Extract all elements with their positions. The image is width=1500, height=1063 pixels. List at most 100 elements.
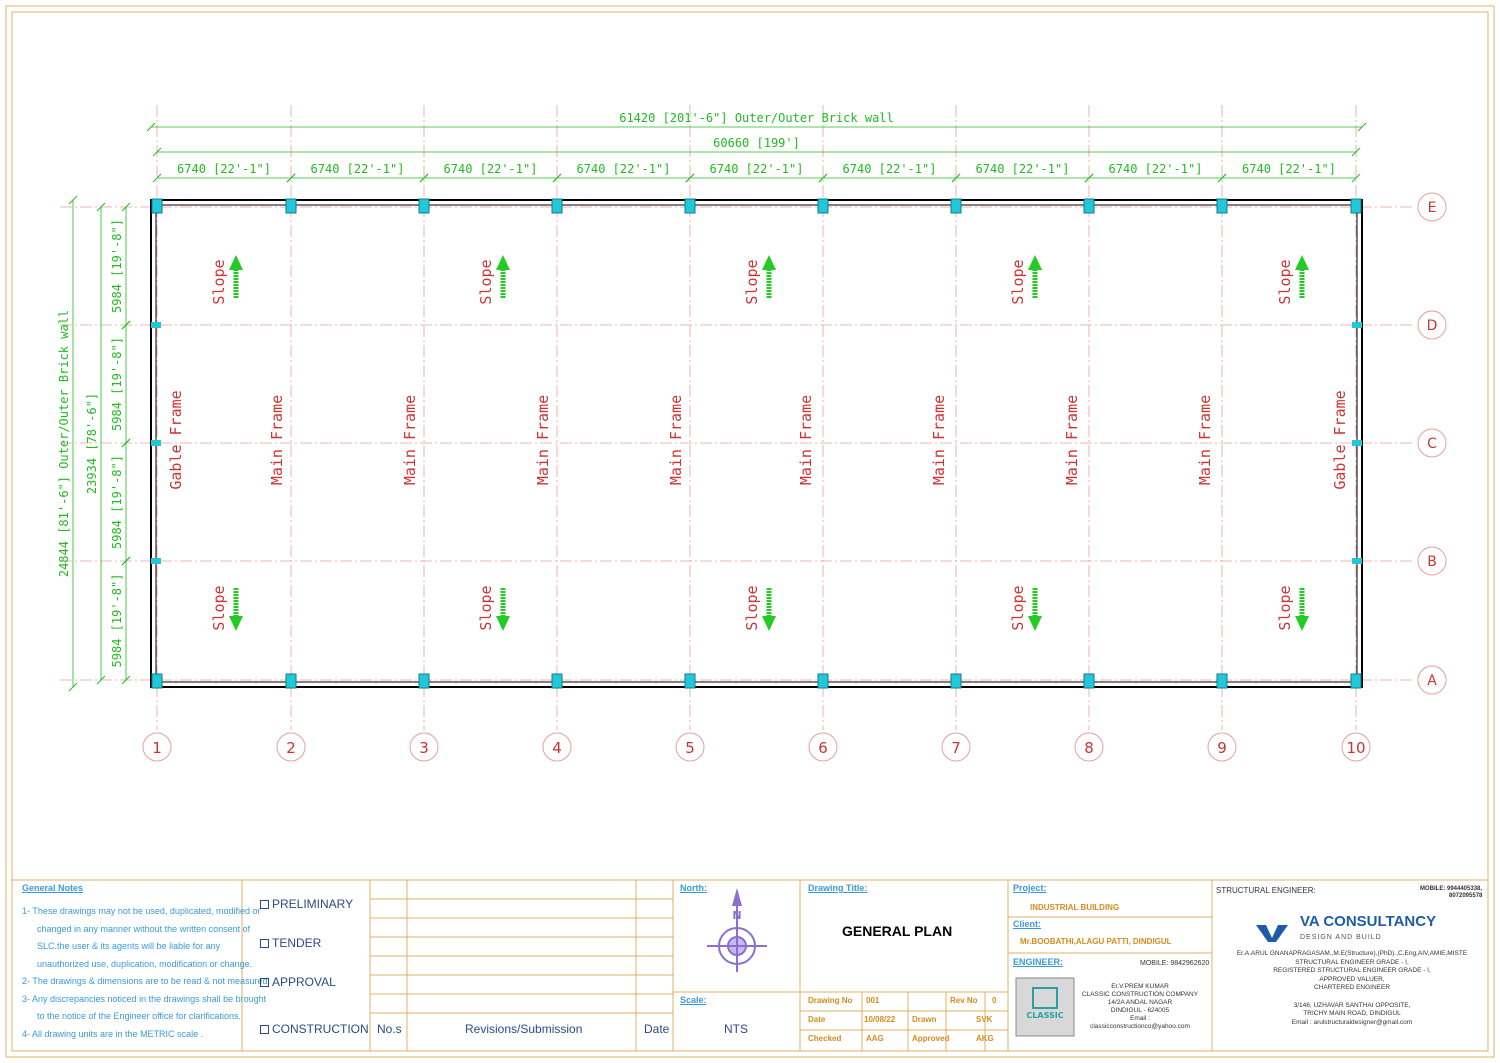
steel-column <box>551 198 563 214</box>
slope-label: Slope <box>743 585 761 630</box>
steel-column <box>1216 198 1228 214</box>
grid-bubble-label: B <box>1427 554 1437 570</box>
steel-column <box>950 198 962 214</box>
general-note-line: 2- The drawings & dimensions are to be r… <box>22 976 270 986</box>
bay-dimension-label: 6740 [22'-1"] <box>577 162 671 176</box>
stage-construction[interactable]: CONSTRUCTION <box>260 1022 369 1036</box>
drawing-sheet: N CLASSIC 61420 [201'-6"] Outer/Outer Bric… <box>0 0 1500 1063</box>
checked-label: Checked <box>808 1034 842 1043</box>
revision-date-header: Date <box>644 1022 670 1036</box>
bay-dimension-label: 6740 [22'-1"] <box>843 162 937 176</box>
grid-bubble-label: C <box>1427 436 1437 452</box>
gable-frame-label: Gable Frame <box>167 390 185 489</box>
slope-label: Slope <box>477 585 495 630</box>
bay-dimension-label: 6740 [22'-1"] <box>976 162 1070 176</box>
bay-dimension-label: 6740 [22'-1"] <box>1242 162 1336 176</box>
row-dimension-label: 5984 [19'-8"] <box>110 455 124 549</box>
gable-column <box>1352 322 1362 328</box>
structural-engineer-detail-line: Email : arulstructuraldesigner@gmail.com <box>1291 1018 1413 1026</box>
consultancy-tagline: DESIGN AND BUILD <box>1300 934 1382 941</box>
checkbox-icon[interactable] <box>260 1025 269 1035</box>
steel-column <box>1350 198 1362 214</box>
main-frame-label: Main Frame <box>268 395 286 485</box>
grid-bubble-label: 6 <box>818 739 828 757</box>
grid-bubble-label: E <box>1428 200 1437 216</box>
grid-bubble-label: 2 <box>286 739 296 757</box>
slope-label: Slope <box>477 259 495 304</box>
engineer-detail-line: Er.V.PREM KUMAR <box>1111 983 1169 990</box>
stage-preliminary[interactable]: PRELIMINARY <box>260 897 353 911</box>
slope-label: Slope <box>210 259 228 304</box>
engineer-detail-line: CLASSIC CONSTRUCTION COMPANY <box>1081 991 1199 998</box>
steel-column <box>151 198 163 214</box>
structural-engineer-detail-line: REGISTERED STRUCTURAL ENGINEER GRADE - I… <box>1273 967 1431 975</box>
bay-dimension-label: 6740 [22'-1"] <box>311 162 405 176</box>
rev-no-value: 0 <box>992 996 997 1005</box>
engineer-mobile: MOBILE: 9842962620 <box>1140 960 1210 967</box>
client-label: Client: <box>1013 919 1041 929</box>
steel-column <box>151 673 163 689</box>
bay-dimension-label: 6740 [22'-1"] <box>177 162 271 176</box>
general-note-line: 3- Any discrepancies noticed in the draw… <box>22 993 267 1004</box>
revision-title-header: Revisions/Submission <box>465 1022 583 1036</box>
steel-column <box>1216 673 1228 689</box>
steel-column <box>950 673 962 689</box>
grid-bubble-label: 5 <box>685 739 695 757</box>
drawn-value: SVK <box>976 1015 993 1024</box>
approved-label: Approved <box>912 1034 950 1043</box>
slope-arrowhead-down <box>1028 616 1042 631</box>
scale-value: NTS <box>724 1022 748 1036</box>
main-frame-label: Main Frame <box>1063 395 1081 485</box>
rev-no-label: Rev No <box>950 996 978 1005</box>
slope-label: Slope <box>1009 259 1027 304</box>
main-frame-label: Main Frame <box>930 395 948 485</box>
steel-column <box>1350 673 1362 689</box>
grid-bubble-label: 9 <box>1217 739 1227 757</box>
compass-north-letter: N <box>732 909 741 922</box>
stage-approval[interactable]: APPROVAL <box>260 975 336 989</box>
main-frame-label: Main Frame <box>534 395 552 485</box>
classic-logo-text: CLASSIC <box>1026 1011 1063 1020</box>
gable-column <box>151 558 161 564</box>
checkbox-icon[interactable] <box>260 978 269 988</box>
consultancy-name: VA CONSULTANCY <box>1300 913 1437 930</box>
main-frame-label: Main Frame <box>401 395 419 485</box>
drawing-title: GENERAL PLAN <box>842 923 953 939</box>
main-frame-label: Main Frame <box>667 395 685 485</box>
slope-arrowhead-down <box>229 616 243 631</box>
bay-dimension-label: 6740 [22'-1"] <box>710 162 804 176</box>
general-note-line: to the notice of the Engineer office for… <box>22 1011 241 1021</box>
main-frame-label: Main Frame <box>1196 395 1214 485</box>
gable-column <box>1352 558 1362 564</box>
structural-engineer-detail-line: 3/146, UZHAVAR SANTHAI OPPOSITE, <box>1293 1001 1411 1009</box>
gable-column <box>1352 440 1362 446</box>
revision-number-header: No.s <box>377 1022 402 1036</box>
project-label: Project: <box>1013 883 1047 893</box>
row-dimension-label: 5984 [19'-8"] <box>110 219 124 313</box>
client-value: Mr.BOOBATHI,ALAGU PATTI, DINDIGUL <box>1020 937 1172 946</box>
grid-bubble-label: 10 <box>1346 739 1365 757</box>
checkbox-icon[interactable] <box>260 939 269 949</box>
north-label: North: <box>680 883 707 893</box>
project-value: INDUSTRIAL BUILDING <box>1030 903 1120 912</box>
engineer-detail-line: Email : classicconstructionco@yahoo.com <box>1090 1015 1190 1030</box>
drawing-title-label: Drawing Title: <box>808 883 868 893</box>
se-mobile-2: 8072095578 <box>1449 893 1483 899</box>
slope-arrowhead-up <box>1295 255 1309 270</box>
structural-engineer-detail-line: STRUCTURAL ENGINEER GRADE - I, <box>1295 958 1409 966</box>
general-note-line: 4- All drawing units are in the METRIC s… <box>22 1028 204 1039</box>
slope-label: Slope <box>1276 259 1294 304</box>
drawn-label: Drawn <box>912 1015 937 1024</box>
stage-tender[interactable]: TENDER <box>260 936 321 950</box>
steel-column <box>285 673 297 689</box>
north-arrow-icon <box>732 888 742 906</box>
row-dimension-label: 5984 [19'-8"] <box>110 337 124 431</box>
structural-engineer-detail-line: APPROVED VALUER, <box>1319 975 1385 983</box>
height-outer-dimension-label: 24844 [81'-6"] Outer/Outer Brick wall <box>57 310 71 577</box>
slope-label: Slope <box>1276 585 1294 630</box>
gable-column <box>151 440 161 446</box>
steel-column <box>684 198 696 214</box>
structural-engineer-label: STRUCTURAL ENGINEER: <box>1216 886 1316 895</box>
bay-dimension-label: 6740 [22'-1"] <box>1109 162 1203 176</box>
checkbox-icon[interactable] <box>260 900 269 910</box>
